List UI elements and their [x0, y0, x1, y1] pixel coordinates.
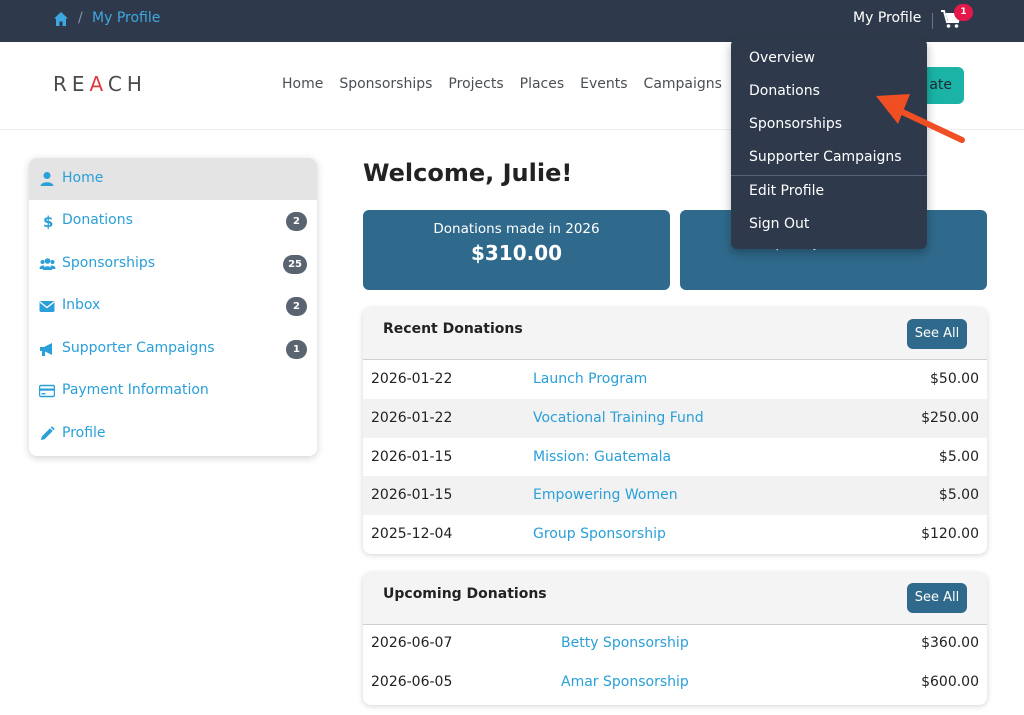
- card-title: Upcoming Donations: [383, 586, 547, 602]
- sidebar-item-profile[interactable]: Profile: [29, 413, 317, 455]
- nav-events[interactable]: Events: [580, 76, 627, 92]
- donation-date: 2026-06-07: [371, 635, 453, 651]
- sidebar-item-payment-information[interactable]: Payment Information: [29, 370, 317, 412]
- card-header: Recent Donations See All: [363, 308, 987, 360]
- upcoming-donations-card: Upcoming Donations See All 2026-06-07 Be…: [363, 573, 987, 705]
- pencil-icon: [41, 426, 55, 440]
- top-bar: / My Profile My Profile 1: [0, 0, 1024, 42]
- sidebar-item-donations[interactable]: $ Donations 2: [29, 200, 317, 242]
- sidebar-item-sponsorships[interactable]: Sponsorships 25: [29, 243, 317, 285]
- breadcrumb-separator: /: [78, 10, 83, 26]
- donation-link[interactable]: Amar Sponsorship: [561, 674, 689, 690]
- donation-amount: $360.00: [921, 635, 979, 651]
- my-profile-menu-toggle[interactable]: My Profile: [853, 10, 921, 26]
- see-all-button[interactable]: See All: [907, 583, 967, 613]
- sponsorships-count-badge: 25: [283, 255, 307, 274]
- stat-value: $310.00: [470, 241, 563, 265]
- annotation-arrow-icon: [876, 94, 965, 143]
- account-sidebar: Home $ Donations 2 Sponsorships 25 Inbox…: [29, 158, 317, 456]
- dollar-icon: $: [43, 213, 53, 229]
- table-row: 2026-01-15 Empowering Women $5.00: [363, 476, 987, 515]
- nav-places[interactable]: Places: [520, 76, 565, 92]
- menu-item-donations[interactable]: Donations: [749, 83, 820, 99]
- stat-title: Donations made in 2026: [433, 221, 600, 237]
- cart-count-badge: 1: [954, 4, 973, 21]
- welcome-heading: Welcome, Julie!: [363, 159, 573, 187]
- donation-link[interactable]: Empowering Women: [533, 487, 678, 503]
- donation-link[interactable]: Betty Sponsorship: [561, 635, 689, 651]
- topbar-divider: [932, 13, 933, 29]
- nav-projects[interactable]: Projects: [448, 76, 503, 92]
- breadcrumb-my-profile[interactable]: My Profile: [92, 10, 160, 26]
- donation-link[interactable]: Group Sponsorship: [533, 526, 666, 542]
- see-all-button[interactable]: See All: [907, 319, 967, 349]
- users-icon: [39, 258, 56, 270]
- credit-card-icon: [39, 384, 55, 398]
- menu-item-overview[interactable]: Overview: [749, 50, 815, 66]
- user-icon: [40, 172, 54, 186]
- campaigns-count-badge: 1: [286, 340, 307, 359]
- menu-item-supporter-campaigns[interactable]: Supporter Campaigns: [749, 149, 902, 165]
- envelope-icon: [39, 301, 55, 312]
- sidebar-item-label: Home: [62, 170, 104, 186]
- donation-amount: $5.00: [938, 487, 979, 503]
- donation-link[interactable]: Launch Program: [533, 371, 647, 387]
- donation-amount: $250.00: [921, 410, 979, 426]
- sidebar-item-home[interactable]: Home: [29, 158, 317, 200]
- donation-date: 2026-01-15: [371, 487, 453, 503]
- donation-date: 2026-01-22: [371, 371, 453, 387]
- donation-link[interactable]: Vocational Training Fund: [533, 410, 704, 426]
- table-row: 2026-01-22 Vocational Training Fund $250…: [363, 399, 987, 438]
- table-row: 2026-01-22 Launch Program $50.00: [363, 360, 987, 399]
- nav-sponsorships[interactable]: Sponsorships: [339, 76, 432, 92]
- sidebar-item-label: Supporter Campaigns: [62, 340, 215, 356]
- card-title: Recent Donations: [383, 321, 523, 337]
- inbox-count-badge: 2: [286, 297, 307, 316]
- donation-amount: $50.00: [930, 371, 979, 387]
- stat-card-donations-year: Donations made in 2026 $310.00: [363, 210, 670, 290]
- menu-item-edit-profile[interactable]: Edit Profile: [749, 183, 824, 199]
- sidebar-item-label: Sponsorships: [62, 255, 156, 271]
- table-row: 2026-06-07 Betty Sponsorship $360.00: [363, 624, 987, 663]
- donation-date: 2026-01-15: [371, 449, 453, 465]
- menu-divider: [731, 175, 927, 176]
- donations-count-badge: 2: [286, 212, 307, 231]
- nav-campaigns[interactable]: Campaigns: [644, 76, 722, 92]
- table-row: 2026-06-05 Amar Sponsorship $600.00: [363, 663, 987, 702]
- table-row: 2026-01-15 Mission: Guatemala $5.00: [363, 438, 987, 477]
- table-row: 2025-12-04 Group Sponsorship $120.00: [363, 515, 987, 554]
- home-icon[interactable]: [53, 11, 69, 27]
- card-header: Upcoming Donations See All: [363, 573, 987, 625]
- recent-donations-card: Recent Donations See All 2026-01-22 Laun…: [363, 308, 987, 554]
- nav-home[interactable]: Home: [282, 76, 323, 92]
- svg-text:$: $: [43, 213, 53, 229]
- menu-item-sponsorships[interactable]: Sponsorships: [749, 116, 842, 132]
- sidebar-item-label: Inbox: [62, 297, 101, 313]
- sidebar-item-label: Donations: [62, 212, 133, 228]
- main-nav: Home Sponsorships Projects Places Events…: [282, 76, 738, 92]
- sidebar-item-label: Profile: [62, 425, 106, 441]
- donation-amount: $600.00: [921, 674, 979, 690]
- donation-date: 2026-06-05: [371, 674, 453, 690]
- donation-amount: $120.00: [921, 526, 979, 542]
- donation-link[interactable]: Mission: Guatemala: [533, 449, 671, 465]
- donation-date: 2026-01-22: [371, 410, 453, 426]
- reach-logo[interactable]: REACH: [53, 72, 147, 96]
- megaphone-icon: [40, 343, 52, 356]
- donation-date: 2025-12-04: [371, 526, 453, 542]
- sidebar-item-label: Payment Information: [62, 382, 209, 398]
- sidebar-item-inbox[interactable]: Inbox 2: [29, 285, 317, 327]
- donation-amount: $5.00: [938, 449, 979, 465]
- menu-item-sign-out[interactable]: Sign Out: [749, 216, 809, 232]
- sidebar-item-supporter-campaigns[interactable]: Supporter Campaigns 1: [29, 328, 317, 370]
